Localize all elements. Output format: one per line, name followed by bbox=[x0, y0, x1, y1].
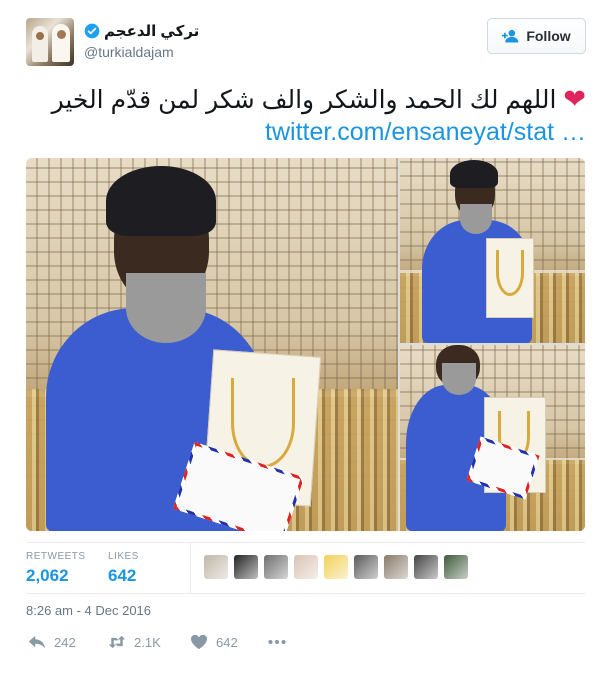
follow-button-label: Follow bbox=[526, 28, 571, 44]
retweet-count: 2.1K bbox=[134, 634, 161, 650]
more-dots-icon bbox=[268, 639, 286, 645]
like-button[interactable]: 642 bbox=[190, 634, 238, 650]
liker-avatar[interactable] bbox=[384, 555, 408, 579]
tweet-text-body: اللهم لك الحمد والشكر والف شكر لمن قدّم … bbox=[51, 86, 557, 114]
gold-necklace bbox=[231, 378, 295, 468]
man-beard bbox=[460, 204, 492, 234]
reply-icon bbox=[28, 635, 46, 649]
retweets-stat[interactable]: RETWEETS 2,062 bbox=[26, 551, 86, 586]
man-beard bbox=[126, 273, 206, 343]
liker-avatar[interactable] bbox=[444, 555, 468, 579]
avatar-face-left bbox=[36, 32, 44, 40]
photo-top-right[interactable] bbox=[400, 158, 585, 343]
heart-emoji: ❤ bbox=[563, 84, 586, 114]
liker-avatar[interactable] bbox=[324, 555, 348, 579]
stats-divider bbox=[190, 543, 191, 593]
display-name[interactable]: تركي الدعجم bbox=[104, 22, 199, 40]
likes-label: LIKES bbox=[108, 551, 139, 562]
user-handle[interactable]: @turkialdajam bbox=[84, 44, 199, 60]
tweet-timestamp[interactable]: 8:26 am - 4 Dec 2016 bbox=[26, 603, 151, 618]
user-names: تركي الدعجم @turkialdajam bbox=[84, 22, 199, 60]
tweet-stats: RETWEETS 2,062 LIKES 642 bbox=[26, 542, 585, 594]
heart-icon bbox=[191, 634, 207, 650]
media-grid bbox=[26, 158, 585, 531]
liker-avatar[interactable] bbox=[204, 555, 228, 579]
display-name-row: تركي الدعجم bbox=[84, 22, 199, 40]
retweets-label: RETWEETS bbox=[26, 551, 86, 562]
man-hat bbox=[106, 166, 216, 236]
photo-main[interactable] bbox=[26, 158, 398, 531]
reply-button[interactable]: 242 bbox=[28, 634, 76, 650]
reply-count: 242 bbox=[54, 634, 76, 650]
man-hat bbox=[450, 160, 498, 188]
retweets-count: 2,062 bbox=[26, 566, 69, 585]
retweet-button[interactable]: 2.1K bbox=[108, 634, 161, 650]
man-beard bbox=[442, 363, 476, 395]
liker-avatar[interactable] bbox=[264, 555, 288, 579]
likes-stat[interactable]: LIKES 642 bbox=[108, 551, 139, 586]
user-avatar[interactable] bbox=[26, 18, 74, 66]
verified-badge-icon bbox=[84, 23, 100, 39]
more-button[interactable] bbox=[268, 634, 286, 650]
tweet-actions: 242 2.1K 642 bbox=[26, 634, 346, 656]
gold-necklace bbox=[496, 250, 524, 296]
photo-bottom-right[interactable] bbox=[400, 345, 585, 531]
follow-button[interactable]: Follow bbox=[487, 18, 586, 54]
tweet-header: تركي الدعجم @turkialdajam Follow bbox=[26, 18, 586, 68]
liker-avatar[interactable] bbox=[294, 555, 318, 579]
liker-avatars bbox=[204, 555, 468, 579]
liker-avatar[interactable] bbox=[414, 555, 438, 579]
tweet-link[interactable]: twitter.com/ensaneyat/stat … bbox=[26, 116, 586, 148]
retweet-icon bbox=[108, 635, 126, 649]
tweet-text: ❤ اللهم لك الحمد والشكر والف شكر لمن قدّ… bbox=[26, 82, 586, 117]
liker-avatar[interactable] bbox=[354, 555, 378, 579]
like-count: 642 bbox=[216, 634, 238, 650]
liker-avatar[interactable] bbox=[234, 555, 258, 579]
likes-count: 642 bbox=[108, 566, 137, 585]
avatar-face-right bbox=[57, 30, 66, 39]
follow-person-icon bbox=[502, 29, 519, 43]
